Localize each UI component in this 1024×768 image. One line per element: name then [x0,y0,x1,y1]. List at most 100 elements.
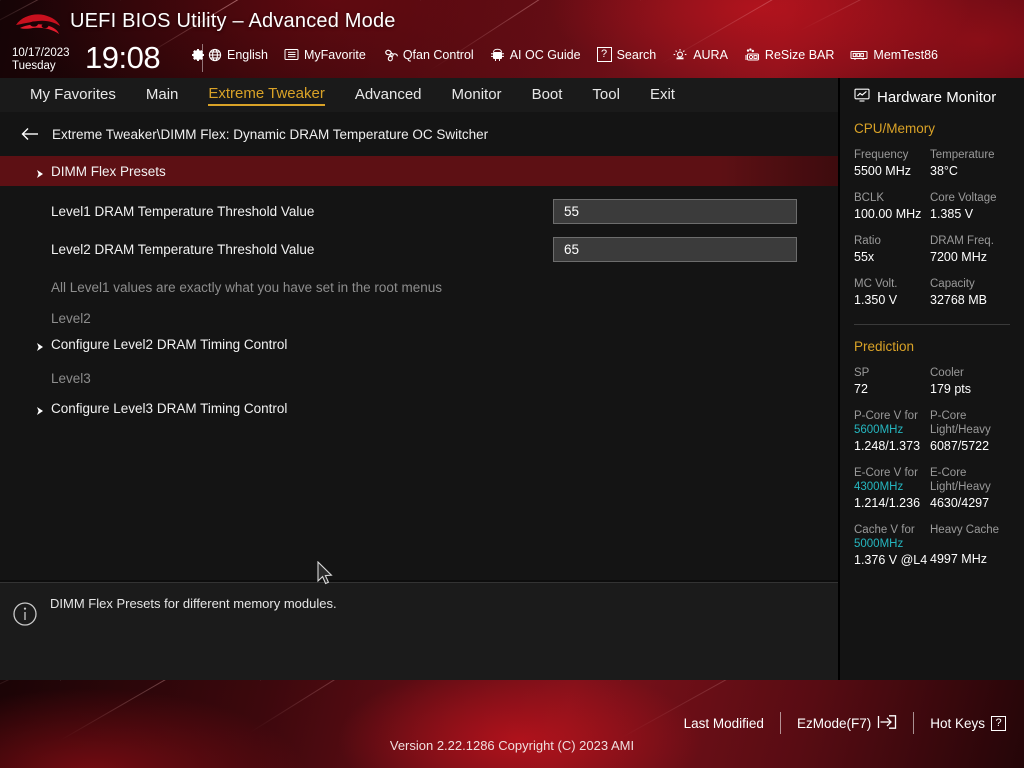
last-modified-button[interactable]: Last Modified [684,716,764,731]
list-item-configure-level2-timing[interactable]: Configure Level2 DRAM Timing Control [0,329,838,359]
ecore-label-text: E-Core [930,467,966,479]
chevron-right-icon [36,339,45,349]
tab-exit[interactable]: Exit [650,86,675,105]
pcore-light-heavy-text: Light/Heavy [930,424,991,436]
tab-advanced[interactable]: Advanced [355,86,422,105]
help-description: DIMM Flex Presets for different memory m… [50,596,337,611]
value-ecore-light-heavy: 4630/4297 [930,494,1024,511]
system-clock: 19:08 [85,40,160,76]
info-note-text: All Level1 values are exactly what you h… [51,280,442,295]
back-arrow-icon[interactable] [20,126,40,142]
label-ecore-v-for: E-Core V for 4300MHz [854,454,930,494]
list-icon [284,48,299,61]
last-modified-label: Last Modified [684,716,764,731]
bios-screen: UEFI BIOS Utility – Advanced Mode 10/17/… [0,0,1024,768]
bios-version: Version 2.22.1286 Copyright (C) 2023 AMI [0,738,1024,753]
list-item-configure-level3-timing[interactable]: Configure Level3 DRAM Timing Control [0,393,838,423]
value-ecore-voltages: 1.214/1.236 [854,494,930,511]
setting-label: Level1 DRAM Temperature Threshold Value [51,204,314,219]
value-cooler: 179 pts [930,380,1024,397]
level2-threshold-input[interactable]: 65 [553,237,797,262]
hardware-monitor-header: Hardware Monitor [840,86,1024,107]
list-item-label: DIMM Flex Presets [51,164,166,179]
exit-arrow-icon [877,714,897,733]
hotkeys-button[interactable]: Hot Keys ? [930,716,1006,731]
tab-main[interactable]: Main [146,86,179,105]
toolbar-item-resize-bar[interactable]: ReSize BAR [744,48,834,62]
toolbar-item-memtest86[interactable]: MemTest86 [850,48,938,62]
tab-extreme-tweaker[interactable]: Extreme Tweaker [208,85,324,106]
toolbar-item-language[interactable]: English [208,48,268,62]
hardware-monitor-panel: Hardware Monitor CPU/Memory Frequency Te… [840,78,1024,680]
value-heavy-cache: 4997 MHz [930,551,1024,568]
toolbar-label-search: Search [617,48,657,62]
toolbar-item-aura[interactable]: AURA [672,48,728,62]
label-cooler: Cooler [930,354,1024,380]
cpu-memory-values: Frequency Temperature 5500 MHz 38°C BCLK… [840,136,1024,308]
value-temperature: 38°C [930,162,1024,179]
label-ratio: Ratio [854,222,930,248]
toolbar-label-ai-oc-guide: AI OC Guide [510,48,581,62]
lighting-icon [672,48,688,62]
header-divider [202,44,203,72]
label-dram-freq: DRAM Freq. [930,222,1024,248]
value-frequency: 5500 MHz [854,162,930,179]
prediction-values: SP Cooler 72 179 pts P-Core V for 5600MH… [840,354,1024,568]
toolbar-label-memtest86: MemTest86 [873,48,938,62]
level1-threshold-input[interactable]: 55 [553,199,797,224]
label-cache-v-for: Cache V for 5000MHz [854,511,930,551]
toolbar-item-ai-oc-guide[interactable]: AI OC Guide [490,48,581,62]
toolbar-label-language: English [227,48,268,62]
help-bar: DIMM Flex Presets for different memory m… [0,582,838,680]
tab-my-favorites[interactable]: My Favorites [30,86,116,105]
cache-v-freq: 5000MHz [854,538,903,550]
toolbar-item-search[interactable]: ? Search [597,47,657,62]
tab-monitor[interactable]: Monitor [452,86,502,105]
group-label-text: Level2 [51,311,91,326]
toolbar-item-qfan-control[interactable]: Qfan Control [382,48,474,62]
label-bclk: BCLK [854,179,930,205]
section-title-prediction: Prediction [840,325,1024,354]
settings-list: DIMM Flex Presets Level1 DRAM Temperatur… [0,156,838,580]
section-title-cpu-memory: CPU/Memory [840,107,1024,136]
value-capacity: 32768 MB [930,291,1024,308]
label-temperature: Temperature [930,136,1024,162]
system-date: 10/17/2023 Tuesday [12,47,70,73]
chevron-right-icon [36,166,45,176]
toolbar-label-qfan-control: Qfan Control [403,48,474,62]
list-item-label: Configure Level2 DRAM Timing Control [51,337,287,352]
tab-tool[interactable]: Tool [592,86,620,105]
label-frequency: Frequency [854,136,930,162]
toolbar-item-myfavorite[interactable]: MyFavorite [284,48,366,62]
footer-actions: Last Modified EzMode(F7) Hot Keys ? [684,712,1006,734]
value-sp: 72 [854,380,930,397]
monitor-chart-icon [854,88,870,107]
pcore-v-label-text: P-Core V for [854,410,918,422]
footer-divider [780,712,781,734]
weekday-value: Tuesday [12,60,70,73]
chevron-right-icon [36,403,45,413]
breadcrumb: Extreme Tweaker\DIMM Flex: Dynamic DRAM … [0,112,838,156]
hotkeys-label: Hot Keys [930,716,985,731]
date-value: 10/17/2023 [12,47,70,60]
rog-eye-logo [14,12,62,38]
label-capacity: Capacity [930,265,1024,291]
chip-icon [490,48,505,62]
label-ecore-light-heavy: E-Core Light/Heavy [930,454,1024,494]
question-box-icon: ? [597,47,612,62]
toolbar-label-resize-bar: ReSize BAR [765,48,834,62]
footer-bar: Last Modified EzMode(F7) Hot Keys ? [0,680,1024,768]
globe-icon [208,48,222,62]
ezmode-label: EzMode(F7) [797,716,871,731]
gpu-icon [744,48,760,62]
tab-boot[interactable]: Boot [532,86,563,105]
value-ratio: 55x [854,248,930,265]
value-pcore-voltages: 1.248/1.373 [854,437,930,454]
value-dram-freq: 7200 MHz [930,248,1024,265]
header-toolbar: English MyFavorite [208,47,938,62]
ecore-v-label-text: E-Core V for [854,467,918,479]
ezmode-button[interactable]: EzMode(F7) [797,714,897,733]
list-item-dimm-flex-presets[interactable]: DIMM Flex Presets [0,156,838,186]
toolbar-label-myfavorite: MyFavorite [304,48,366,62]
setting-row-level1-threshold: Level1 DRAM Temperature Threshold Value … [0,196,838,226]
